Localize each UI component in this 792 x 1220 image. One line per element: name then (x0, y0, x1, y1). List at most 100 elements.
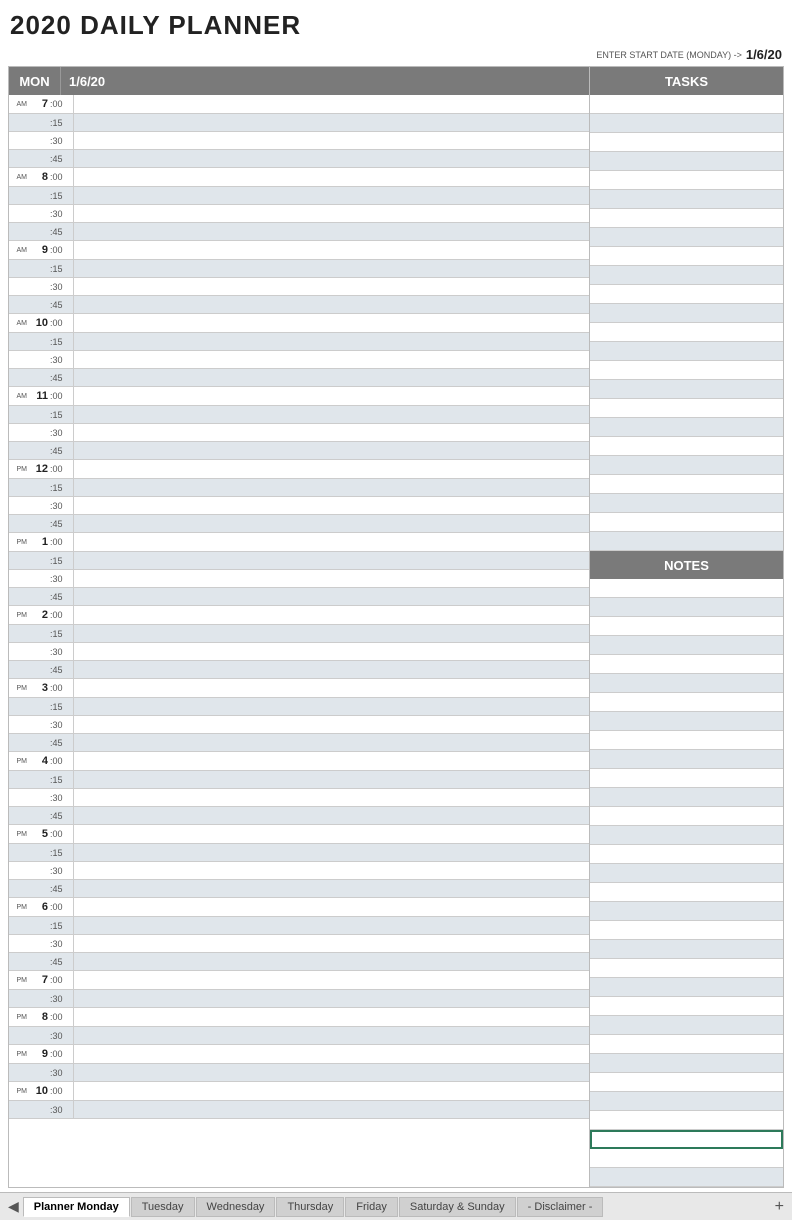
tab-add-button[interactable]: + (771, 1198, 788, 1216)
time-block-area[interactable] (73, 406, 589, 423)
time-row[interactable]: :30 (9, 716, 589, 734)
time-block-area[interactable] (73, 205, 589, 222)
task-row[interactable] (590, 266, 783, 285)
note-row[interactable] (590, 579, 783, 598)
time-block-area[interactable] (73, 570, 589, 587)
time-row[interactable]: PM3:00 (9, 679, 589, 698)
time-row[interactable]: :30 (9, 862, 589, 880)
time-block-area[interactable] (73, 442, 589, 459)
time-row[interactable]: AM10:00 (9, 314, 589, 333)
time-block-area[interactable] (73, 533, 589, 551)
time-block-area[interactable] (73, 168, 589, 186)
time-block-area[interactable] (73, 479, 589, 496)
time-row[interactable]: :15 (9, 844, 589, 862)
note-row[interactable] (590, 978, 783, 997)
task-row[interactable] (590, 152, 783, 171)
time-block-area[interactable] (73, 1008, 589, 1026)
time-row[interactable]: :45 (9, 953, 589, 971)
time-row[interactable]: :45 (9, 588, 589, 606)
time-row[interactable]: :30 (9, 278, 589, 296)
time-block-area[interactable] (73, 752, 589, 770)
time-block-area[interactable] (73, 296, 589, 313)
time-block-area[interactable] (73, 661, 589, 678)
time-row[interactable]: AM11:00 (9, 387, 589, 406)
time-block-area[interactable] (73, 971, 589, 989)
time-block-area[interactable] (73, 460, 589, 478)
time-row[interactable]: :30 (9, 935, 589, 953)
time-block-area[interactable] (73, 424, 589, 441)
note-row[interactable] (590, 1111, 783, 1130)
time-block-area[interactable] (73, 552, 589, 569)
task-row[interactable] (590, 494, 783, 513)
note-row[interactable] (590, 1073, 783, 1092)
note-row[interactable] (590, 1035, 783, 1054)
time-block-area[interactable] (73, 643, 589, 660)
time-row[interactable]: PM7:00 (9, 971, 589, 990)
time-block-area[interactable] (73, 1064, 589, 1081)
time-row[interactable]: :30 (9, 424, 589, 442)
task-row[interactable] (590, 171, 783, 190)
time-block-area[interactable] (73, 771, 589, 788)
time-row[interactable]: :30 (9, 643, 589, 661)
note-row[interactable] (590, 959, 783, 978)
time-row[interactable]: :15 (9, 479, 589, 497)
note-row[interactable] (590, 617, 783, 636)
note-row[interactable] (590, 921, 783, 940)
time-block-area[interactable] (73, 844, 589, 861)
time-block-area[interactable] (73, 1082, 589, 1100)
time-row[interactable]: :30 (9, 351, 589, 369)
note-row[interactable] (590, 826, 783, 845)
time-row[interactable]: :45 (9, 734, 589, 752)
time-row[interactable]: :15 (9, 114, 589, 132)
note-row[interactable] (590, 1054, 783, 1073)
note-row[interactable] (590, 883, 783, 902)
start-date-value[interactable]: 1/6/20 (746, 47, 782, 62)
note-row[interactable] (590, 750, 783, 769)
time-block-area[interactable] (73, 187, 589, 204)
tab-planner-monday[interactable]: Planner Monday (23, 1197, 130, 1217)
time-block-area[interactable] (73, 387, 589, 405)
time-row[interactable]: :15 (9, 625, 589, 643)
time-block-area[interactable] (73, 150, 589, 167)
time-row[interactable]: :15 (9, 333, 589, 351)
note-row[interactable] (590, 731, 783, 750)
task-row[interactable] (590, 361, 783, 380)
task-row[interactable] (590, 114, 783, 133)
task-row[interactable] (590, 304, 783, 323)
note-row[interactable] (590, 807, 783, 826)
time-block-area[interactable] (73, 1027, 589, 1044)
time-row[interactable]: PM6:00 (9, 898, 589, 917)
time-block-area[interactable] (73, 95, 589, 113)
time-row[interactable]: :45 (9, 880, 589, 898)
time-row[interactable]: :15 (9, 917, 589, 935)
time-block-area[interactable] (73, 1101, 589, 1118)
note-row[interactable] (590, 1168, 783, 1187)
note-row[interactable] (590, 1092, 783, 1111)
time-block-area[interactable] (73, 898, 589, 916)
note-row[interactable] (590, 655, 783, 674)
time-row[interactable]: PM5:00 (9, 825, 589, 844)
time-row[interactable]: :30 (9, 497, 589, 515)
time-block-area[interactable] (73, 132, 589, 149)
time-block-area[interactable] (73, 880, 589, 897)
time-block-area[interactable] (73, 351, 589, 368)
task-row[interactable] (590, 437, 783, 456)
task-row[interactable] (590, 475, 783, 494)
time-row[interactable]: :30 (9, 132, 589, 150)
time-block-area[interactable] (73, 807, 589, 824)
note-row[interactable] (590, 598, 783, 617)
time-row[interactable]: PM2:00 (9, 606, 589, 625)
note-row[interactable] (590, 940, 783, 959)
time-row[interactable]: :45 (9, 150, 589, 168)
task-row[interactable] (590, 190, 783, 209)
time-row[interactable]: :30 (9, 570, 589, 588)
time-row[interactable]: :45 (9, 661, 589, 679)
note-row[interactable] (590, 902, 783, 921)
note-row[interactable] (590, 845, 783, 864)
task-row[interactable] (590, 342, 783, 361)
time-row[interactable]: PM9:00 (9, 1045, 589, 1064)
time-block-area[interactable] (73, 679, 589, 697)
task-row[interactable] (590, 380, 783, 399)
time-row[interactable]: :15 (9, 187, 589, 205)
time-block-area[interactable] (73, 333, 589, 350)
